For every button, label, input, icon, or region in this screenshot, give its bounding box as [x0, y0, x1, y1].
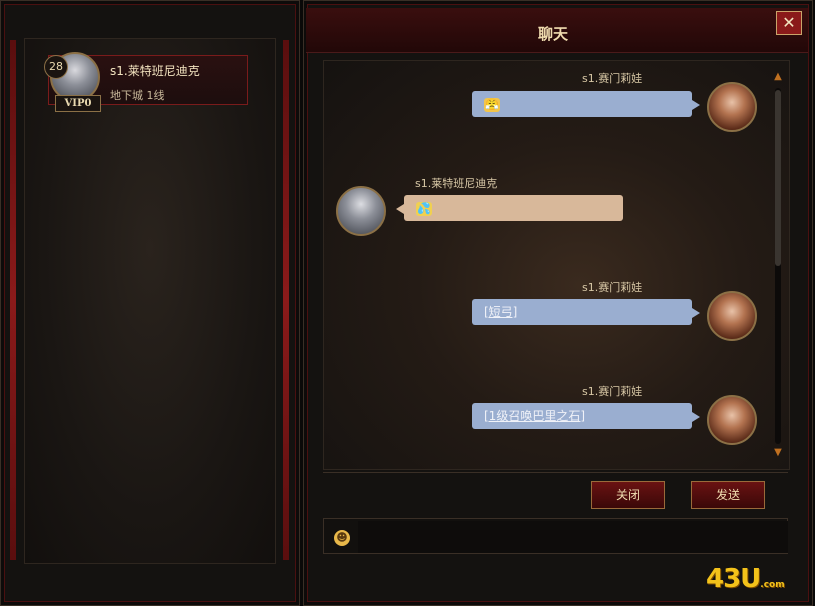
scroll-up-icon[interactable]: ▲ [772, 70, 784, 84]
site-logo: 43U.com [706, 564, 785, 594]
item-link[interactable]: [1级召唤巴里之石] [484, 409, 585, 423]
message-sender: s1.赛门莉娃 [582, 281, 643, 294]
message-bubble: [短弓] [472, 299, 700, 325]
sender-avatar[interactable] [707, 82, 757, 132]
friend-location: 地下城 1线 [110, 89, 165, 102]
message-bubble: [1级召唤巴里之石] [472, 403, 700, 429]
sweat-emoji-icon: 💦 [416, 202, 432, 216]
message-sender: s1.赛门莉娃 [582, 72, 643, 85]
close-button[interactable]: 关闭 [591, 481, 665, 509]
window-title: 聊天 [537, 25, 568, 43]
friend-list-area [24, 38, 276, 564]
left-panel-rail [283, 40, 289, 560]
sender-avatar[interactable] [336, 186, 386, 236]
logo-text: 43U [706, 564, 761, 594]
sender-avatar[interactable] [707, 395, 757, 445]
emoji-picker-icon[interactable]: ☻ [334, 530, 350, 546]
friend-level-badge: 28 [44, 55, 68, 79]
close-icon[interactable]: ✕ [776, 11, 802, 35]
message-sender: s1.莱特班尼迪克 [415, 177, 498, 190]
scroll-down-icon[interactable]: ▼ [772, 446, 784, 460]
message-bubble: 😤 [472, 91, 700, 117]
scroll-thumb[interactable] [775, 90, 781, 266]
friend-name: s1.莱特班尼迪克 [110, 64, 200, 78]
message-bubble: 💦 [396, 195, 623, 221]
message-sender: s1.赛门莉娃 [582, 385, 643, 398]
sender-avatar[interactable] [707, 291, 757, 341]
send-button[interactable]: 发送 [691, 481, 765, 509]
message-scrollbar[interactable]: ▲ ▼ [772, 70, 784, 462]
friend-vip-badge: VIP0 [55, 95, 101, 112]
logo-suffix: .com [760, 580, 785, 590]
left-panel-rail [10, 40, 16, 560]
item-link[interactable]: [短弓] [484, 305, 517, 319]
divider [323, 472, 788, 473]
message-input[interactable] [358, 521, 788, 553]
grin-emoji-icon: 😤 [484, 98, 500, 112]
